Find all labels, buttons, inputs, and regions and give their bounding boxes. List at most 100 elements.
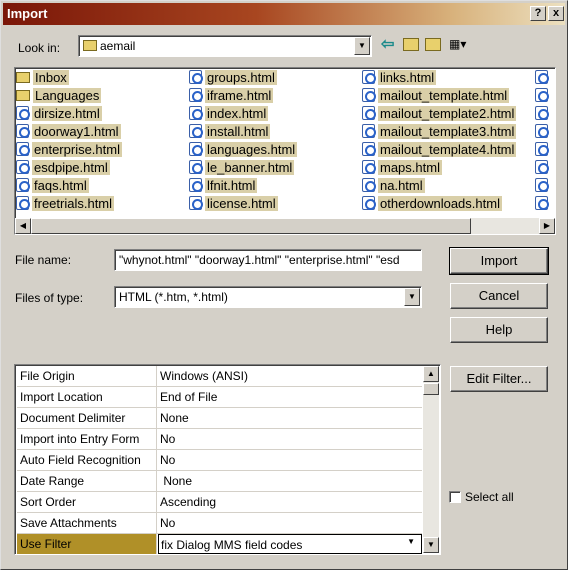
file-list[interactable]: Inbox Languages dirsize.html doorway1.ht…: [14, 67, 556, 235]
look-in-value: aemail: [83, 39, 135, 53]
list-item[interactable]: [535, 142, 551, 160]
file-column-1: Inbox Languages dirsize.html doorway1.ht…: [16, 70, 122, 214]
list-item[interactable]: maps.html: [362, 160, 516, 178]
help-button[interactable]: Help: [450, 317, 548, 343]
list-item[interactable]: faqs.html: [16, 178, 122, 196]
option-row[interactable]: Save Attachments No: [17, 513, 422, 534]
list-item[interactable]: lfnit.html: [189, 178, 297, 196]
scroll-left-icon[interactable]: ◀: [15, 218, 31, 234]
option-key: Auto Field Recognition: [17, 450, 157, 470]
option-row[interactable]: File Origin Windows (ANSI): [17, 366, 422, 387]
list-item[interactable]: [535, 88, 551, 106]
html-file-icon: [189, 106, 203, 120]
file-type-select[interactable]: HTML (*.htm, *.html) ▼: [114, 286, 422, 308]
window-title: Import: [7, 6, 48, 21]
scroll-thumb[interactable]: [423, 383, 439, 395]
list-item[interactable]: links.html: [362, 70, 516, 88]
list-item[interactable]: [535, 106, 551, 124]
option-value[interactable]: End of File: [158, 387, 422, 407]
select-all-label[interactable]: Select all: [465, 490, 514, 504]
up-one-level-icon[interactable]: [403, 38, 419, 51]
list-item[interactable]: install.html: [189, 124, 297, 142]
list-item[interactable]: [535, 70, 551, 88]
option-value[interactable]: Windows (ANSI): [158, 366, 422, 386]
horizontal-scrollbar[interactable]: ◀ ▶: [15, 218, 555, 234]
list-item[interactable]: index.html: [189, 106, 297, 124]
list-item[interactable]: [535, 196, 551, 214]
view-menu-icon[interactable]: ▦▾: [449, 38, 475, 52]
option-key: Document Delimiter: [17, 408, 157, 428]
chevron-down-icon[interactable]: ▼: [404, 288, 420, 306]
list-item[interactable]: otherdownloads.html: [362, 196, 516, 214]
cancel-button[interactable]: Cancel: [450, 283, 548, 309]
file-name-text: freetrials.html: [32, 196, 115, 211]
option-row[interactable]: Import Location End of File: [17, 387, 422, 408]
list-item[interactable]: mailout_template2.html: [362, 106, 517, 124]
file-type-value: HTML (*.htm, *.html): [119, 290, 228, 304]
list-item[interactable]: Inbox: [16, 70, 122, 88]
list-item[interactable]: esdpipe.html: [16, 160, 122, 178]
vertical-scrollbar[interactable]: ▲ ▼: [423, 366, 439, 553]
list-item[interactable]: languages.html: [189, 142, 298, 160]
import-options-grid[interactable]: File Origin Windows (ANSI) Import Locati…: [14, 364, 441, 555]
option-row[interactable]: Auto Field Recognition No: [17, 450, 422, 471]
list-item[interactable]: [535, 178, 551, 196]
html-file-icon: [362, 124, 376, 138]
list-item[interactable]: mailout_template.html: [362, 88, 516, 106]
list-item[interactable]: Languages: [16, 88, 122, 106]
list-item[interactable]: groups.html: [189, 70, 297, 88]
scroll-thumb[interactable]: [31, 218, 471, 234]
list-item[interactable]: le_banner.html: [189, 160, 297, 178]
list-item[interactable]: [535, 160, 551, 178]
option-row[interactable]: Sort Order Ascending: [17, 492, 422, 513]
edit-filter-button[interactable]: Edit Filter...: [450, 366, 548, 392]
file-name-text: maps.html: [378, 160, 442, 175]
file-name-text: mailout_template3.html: [378, 124, 517, 139]
list-item[interactable]: [535, 124, 551, 142]
file-name-text: mailout_template4.html: [378, 142, 517, 157]
file-name-input[interactable]: "whynot.html" "doorway1.html" "enterpris…: [114, 249, 422, 271]
option-value[interactable]: No: [158, 429, 422, 449]
title-bar[interactable]: Import ? x: [3, 3, 565, 25]
new-folder-icon[interactable]: [425, 38, 441, 51]
option-value[interactable]: None: [158, 408, 422, 428]
list-item[interactable]: iframe.html: [189, 88, 297, 106]
scroll-right-icon[interactable]: ▶: [539, 218, 555, 234]
html-file-icon: [16, 106, 30, 120]
select-all-checkbox[interactable]: [449, 491, 461, 503]
scroll-up-icon[interactable]: ▲: [423, 366, 439, 382]
html-file-icon: [16, 196, 30, 210]
option-value[interactable]: None: [158, 471, 422, 491]
list-item[interactable]: na.html: [362, 178, 516, 196]
option-row[interactable]: Document Delimiter None: [17, 408, 422, 429]
option-row[interactable]: Import into Entry Form No: [17, 429, 422, 450]
html-file-icon: [362, 88, 376, 102]
scroll-down-icon[interactable]: ▼: [423, 537, 439, 553]
html-file-icon: [189, 160, 203, 174]
chevron-down-icon[interactable]: ▼: [407, 537, 415, 546]
list-item[interactable]: doorway1.html: [16, 124, 122, 142]
back-icon[interactable]: ⇦: [381, 37, 397, 53]
list-item[interactable]: dirsize.html: [16, 106, 122, 124]
option-value[interactable]: No: [158, 513, 422, 533]
option-row[interactable]: Date Range None: [17, 471, 422, 492]
list-item[interactable]: mailout_template4.html: [362, 142, 517, 160]
list-item[interactable]: license.html: [189, 196, 297, 214]
html-file-icon: [16, 142, 30, 156]
option-value[interactable]: No: [158, 450, 422, 470]
help-title-button[interactable]: ?: [530, 6, 546, 21]
option-value[interactable]: Ascending: [158, 492, 422, 512]
option-key: Save Attachments: [17, 513, 157, 533]
option-value-dropdown[interactable]: fix Dialog MMS field codes ▼: [158, 534, 422, 554]
import-button[interactable]: Import: [449, 247, 549, 275]
list-item[interactable]: enterprise.html: [16, 142, 122, 160]
chevron-down-icon[interactable]: ▼: [354, 37, 370, 55]
close-button[interactable]: x: [548, 6, 564, 21]
list-item[interactable]: mailout_template3.html: [362, 124, 517, 142]
file-name-text: license.html: [205, 196, 278, 211]
list-item[interactable]: freetrials.html: [16, 196, 122, 214]
look-in-text: aemail: [100, 39, 136, 53]
option-row-selected[interactable]: Use Filter fix Dialog MMS field codes ▼: [17, 534, 422, 554]
look-in-combo[interactable]: aemail ▼: [78, 35, 372, 57]
html-file-icon: [362, 70, 376, 84]
